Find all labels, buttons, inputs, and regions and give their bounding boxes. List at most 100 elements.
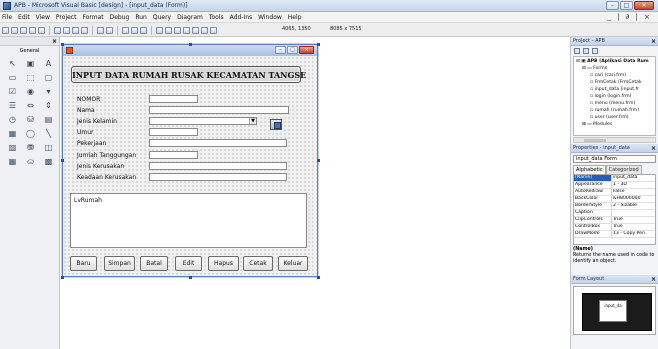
- shape-icon[interactable]: ◯: [24, 128, 37, 139]
- property-value[interactable]: input_data: [612, 175, 655, 181]
- resize-handle[interactable]: [61, 43, 64, 46]
- resize-handle[interactable]: [317, 159, 320, 162]
- menu-diagram[interactable]: Diagram: [177, 14, 203, 21]
- drivelist-icon[interactable]: ⛁: [24, 114, 37, 125]
- ole-icon[interactable]: ◫: [42, 142, 55, 153]
- menu-edit[interactable]: Edit: [18, 14, 30, 21]
- batal-button[interactable]: Batal: [140, 256, 168, 271]
- property-value[interactable]: 2 - Sizable: [612, 203, 655, 209]
- property-value[interactable]: 1 - 3D: [612, 182, 655, 188]
- resize-handle[interactable]: [61, 276, 64, 279]
- form-layout-close-icon[interactable]: ×: [651, 275, 656, 284]
- object-browser-icon[interactable]: [183, 27, 190, 34]
- image-icon[interactable]: ▨: [6, 142, 19, 153]
- tree-item-form[interactable]: ▫ input_data (input.fr: [590, 87, 639, 92]
- grid-icon[interactable]: ▩: [42, 156, 55, 167]
- lvrumah-listview[interactable]: LvRumah: [70, 193, 307, 248]
- save-icon[interactable]: [38, 27, 45, 34]
- menu-run[interactable]: Run: [135, 14, 147, 21]
- view-code-icon[interactable]: [574, 48, 580, 54]
- form-maximize-button[interactable]: □: [287, 46, 298, 54]
- ado-icon[interactable]: ⛀: [24, 156, 37, 167]
- property-row[interactable]: Caption: [574, 210, 655, 217]
- calendar-icon[interactable]: [270, 119, 282, 130]
- resize-handle[interactable]: [317, 276, 320, 279]
- dirlist-icon[interactable]: ▤: [42, 114, 55, 125]
- property-value[interactable]: False: [612, 189, 655, 195]
- form-minimize-button[interactable]: –: [275, 46, 286, 54]
- property-row[interactable]: Appearance 1 - 3D: [574, 182, 655, 189]
- component-manager-icon[interactable]: [210, 27, 217, 34]
- menu-view[interactable]: View: [36, 14, 50, 21]
- filelist-icon[interactable]: ▦: [6, 128, 19, 139]
- line-icon[interactable]: ╲: [42, 128, 55, 139]
- tab-categorized[interactable]: Categorized: [605, 165, 642, 174]
- checkbox-icon[interactable]: ☑: [6, 86, 19, 97]
- minimize-button[interactable]: –: [606, 1, 619, 10]
- menu-query[interactable]: Query: [153, 14, 171, 21]
- form-canvas[interactable]: INPUT DATA RUMAH RUSAK KECAMATAN TANGSE …: [63, 56, 317, 276]
- toolbox-icon[interactable]: [192, 27, 199, 34]
- commandbutton-icon[interactable]: ▢: [42, 72, 55, 83]
- stop-icon[interactable]: [140, 27, 147, 34]
- properties-icon[interactable]: [165, 27, 172, 34]
- menu-window[interactable]: Window: [258, 14, 282, 21]
- layout-form-thumbnail[interactable]: input_da: [599, 300, 627, 322]
- scroll-thumb[interactable]: [584, 139, 606, 142]
- pekerjaan-input[interactable]: [149, 139, 287, 147]
- combobox-icon[interactable]: ▾: [42, 86, 55, 97]
- menu-file[interactable]: File: [2, 14, 12, 21]
- nomor-input[interactable]: [149, 95, 198, 103]
- menu-help[interactable]: Help: [288, 14, 302, 21]
- nama-input[interactable]: [149, 106, 289, 114]
- menu-editor-icon[interactable]: [20, 27, 27, 34]
- project-hscrollbar[interactable]: [573, 137, 656, 143]
- jenis-kerusakan-input[interactable]: [149, 162, 287, 170]
- tree-item-form[interactable]: ▫ cari (cari.frm): [590, 73, 626, 78]
- optionbutton-icon[interactable]: ◉: [24, 86, 37, 97]
- textbox-icon[interactable]: ▭: [6, 72, 19, 83]
- baru-button[interactable]: Baru: [70, 256, 97, 271]
- property-row[interactable]: ControlBox True: [574, 224, 655, 231]
- tree-item-modules[interactable]: ⊞ ▭ Modules: [582, 122, 612, 127]
- combo-dropdown-icon[interactable]: ▼: [249, 118, 256, 124]
- resize-handle[interactable]: [61, 159, 64, 162]
- label-icon[interactable]: A: [42, 58, 55, 69]
- tab-alphabetic[interactable]: Alphabetic: [573, 165, 606, 174]
- property-value[interactable]: 13 - Copy Pen: [612, 231, 655, 237]
- copy-icon[interactable]: [63, 27, 70, 34]
- maximize-button[interactable]: □: [620, 1, 633, 10]
- find-icon[interactable]: [81, 27, 88, 34]
- pointer-icon[interactable]: ↖: [6, 58, 19, 69]
- vscroll-icon[interactable]: ⇕: [42, 100, 55, 111]
- run-icon[interactable]: [122, 27, 129, 34]
- property-row[interactable]: ClipControls True: [574, 217, 655, 224]
- resize-handle[interactable]: [317, 43, 320, 46]
- open-icon[interactable]: [29, 27, 36, 34]
- tree-item-form[interactable]: ▫ FrmCetak (FrmCetak: [590, 80, 642, 85]
- add-form-icon[interactable]: [11, 27, 18, 34]
- menu-project[interactable]: Project: [56, 14, 77, 21]
- data-view-icon[interactable]: [201, 27, 208, 34]
- jenis-kelamin-combo[interactable]: ▼: [149, 117, 257, 125]
- property-row[interactable]: AutoRedraw False: [574, 189, 655, 196]
- listbox-icon[interactable]: ☰: [6, 100, 19, 111]
- hapus-button[interactable]: Hapus: [208, 256, 239, 271]
- pause-icon[interactable]: [131, 27, 138, 34]
- cut-icon[interactable]: [54, 27, 61, 34]
- menu-tools[interactable]: Tools: [209, 14, 224, 21]
- tree-item-form[interactable]: ▫ menu (menu.frm): [590, 101, 635, 106]
- mdi-child-controls[interactable]: _ | ∂ | ×: [607, 13, 652, 21]
- menu-debug[interactable]: Debug: [110, 14, 130, 21]
- toolbox-close-icon[interactable]: ×: [52, 37, 57, 46]
- add-project-icon[interactable]: [2, 27, 9, 34]
- menu-addins[interactable]: Add-Ins: [230, 14, 252, 21]
- tree-item-forms[interactable]: ⊟ ▭ Forms: [582, 66, 607, 71]
- property-row[interactable]: DrawMode 13 - Copy Pen: [574, 231, 655, 238]
- undo-icon[interactable]: [97, 27, 104, 34]
- hscroll-icon[interactable]: ⇔: [24, 100, 37, 111]
- property-row[interactable]: BorderStyle 2 - Sizable: [574, 203, 655, 210]
- tree-item-form[interactable]: ▫ rumah (rumah.frm): [590, 108, 639, 113]
- close-button[interactable]: ×: [634, 1, 654, 10]
- keluar-button[interactable]: Keluar: [278, 256, 308, 271]
